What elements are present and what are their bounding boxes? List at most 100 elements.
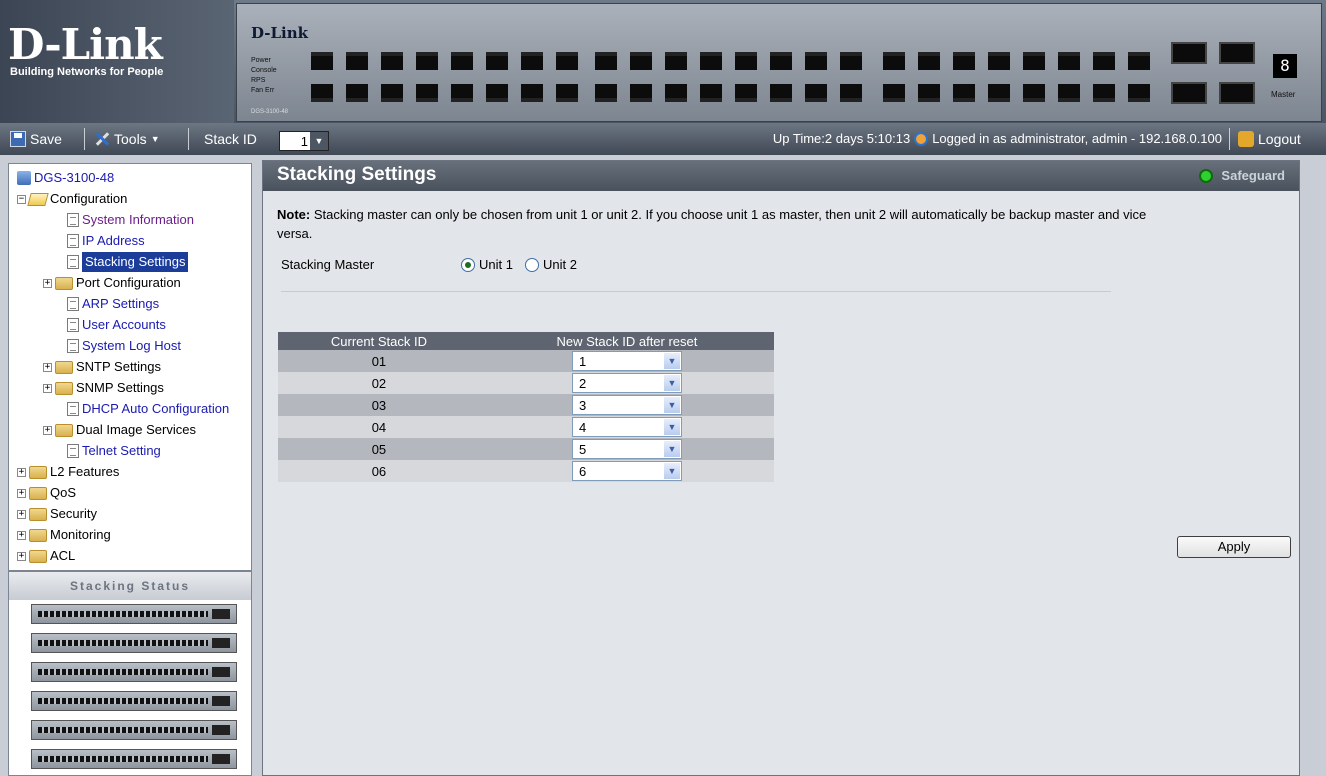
new-stack-id-select[interactable]: 4 ▼	[571, 417, 682, 437]
logout-button[interactable]: Logout	[1238, 129, 1301, 149]
tree-folder-snmp-settings[interactable]: + SNMP Settings	[43, 378, 164, 398]
chevron-down-icon: ▼	[663, 419, 680, 435]
folder-icon	[55, 423, 73, 437]
new-stack-id-select[interactable]: 1 ▼	[571, 351, 682, 371]
table-row: 05 5 ▼	[278, 438, 774, 460]
unit2-radio[interactable]: Unit 2	[524, 257, 577, 272]
stack-unit-3[interactable]	[31, 662, 237, 682]
new-stack-id-select[interactable]: 5 ▼	[571, 439, 682, 459]
toolbar: Save Tools ▼ Stack ID 1 ▼ Up Time:2 days…	[0, 123, 1326, 155]
tree-item-user-accounts[interactable]: User Accounts	[67, 315, 166, 335]
expand-icon[interactable]: +	[43, 362, 52, 372]
page-icon	[67, 213, 79, 227]
stack-id-select[interactable]: 1 ▼	[279, 131, 329, 151]
ethernet-port-icon	[556, 84, 578, 102]
tree-folder-configuration[interactable]: − Configuration	[17, 189, 127, 209]
ethernet-port-icon	[883, 52, 905, 70]
ethernet-port-icon	[735, 84, 757, 102]
ethernet-port-icon	[346, 84, 368, 102]
tree-item-system-information[interactable]: System Information	[67, 210, 194, 230]
folder-icon	[29, 549, 47, 563]
apply-button[interactable]: Apply	[1177, 536, 1291, 558]
tree-item-stacking-settings[interactable]: Stacking Settings	[67, 252, 189, 272]
expand-icon[interactable]: +	[43, 425, 52, 435]
combo-ports	[1171, 36, 1259, 106]
stack-unit-4[interactable]	[31, 691, 237, 711]
tree-item-dhcp-auto-configuration[interactable]: DHCP Auto Configuration	[67, 399, 229, 419]
expand-icon[interactable]: +	[17, 530, 26, 540]
collapse-icon[interactable]: −	[17, 194, 26, 204]
expand-icon[interactable]: +	[43, 278, 52, 288]
folder-icon	[29, 507, 47, 521]
select-value: 1	[578, 354, 587, 369]
ethernet-port-icon	[1058, 52, 1080, 70]
logout-icon	[1238, 131, 1254, 147]
sfp-port-icon	[1219, 42, 1255, 64]
tree-item-label: Stacking Settings	[82, 252, 189, 272]
tree-item-label: System Information	[82, 212, 194, 227]
tree-item-system-log-host[interactable]: System Log Host	[67, 336, 181, 356]
tree-item-ip-address[interactable]: IP Address	[67, 231, 145, 251]
ethernet-port-icon	[735, 52, 757, 70]
current-stack-id: 06	[278, 460, 480, 482]
ethernet-port-icon	[311, 84, 333, 102]
stack-unit-6[interactable]	[31, 749, 237, 769]
stack-id-table: Current Stack ID New Stack ID after rese…	[278, 332, 774, 482]
tree-folder-qos[interactable]: + QoS	[17, 483, 76, 503]
folder-label: SNTP Settings	[76, 359, 162, 374]
tree-folder-monitoring[interactable]: + Monitoring	[17, 525, 111, 545]
expand-icon[interactable]: +	[43, 383, 52, 393]
ethernet-port-icon	[665, 84, 687, 102]
tree-folder-port-configuration[interactable]: + Port Configuration	[43, 273, 181, 293]
select-value: 5	[578, 442, 587, 457]
ethernet-port-icon	[381, 52, 403, 70]
sfp-port-icon	[1219, 82, 1255, 104]
logout-label: Logout	[1258, 131, 1301, 147]
expand-icon[interactable]: +	[17, 467, 26, 477]
unit1-radio[interactable]: Unit 1	[461, 257, 513, 272]
select-value: 3	[578, 398, 587, 413]
page-icon	[67, 255, 79, 269]
tree-folder-dual-image-services[interactable]: + Dual Image Services	[43, 420, 196, 440]
ethernet-port-icon	[1128, 84, 1150, 102]
note-body: Stacking master can only be chosen from …	[277, 207, 1147, 241]
tree-folder-sntp-settings[interactable]: + SNTP Settings	[43, 357, 161, 377]
ethernet-port-icon	[805, 84, 827, 102]
tree-root-label: DGS-3100-48	[34, 170, 115, 185]
chevron-down-icon: ▼	[150, 134, 160, 144]
expand-icon[interactable]: +	[17, 551, 26, 561]
tree-item-arp-settings[interactable]: ARP Settings	[67, 294, 159, 314]
stack-unit-1[interactable]	[31, 604, 237, 624]
save-button[interactable]: Save	[10, 129, 62, 149]
tree-folder-acl[interactable]: + ACL	[17, 546, 75, 566]
new-stack-id-select[interactable]: 3 ▼	[571, 395, 682, 415]
note-bold: Note:	[277, 207, 311, 222]
ethernet-port-icon	[486, 84, 508, 102]
expand-icon[interactable]: +	[17, 509, 26, 519]
expand-icon[interactable]: +	[17, 488, 26, 498]
tree-root[interactable]: DGS-3100-48	[17, 168, 114, 188]
tree-item-telnet-setting[interactable]: Telnet Setting	[67, 441, 161, 461]
new-stack-id-select[interactable]: 2 ▼	[571, 373, 682, 393]
tree-item-label: User Accounts	[82, 317, 166, 332]
folder-label: Security	[50, 506, 97, 521]
login-info: Logged in as administrator, admin - 192.…	[932, 131, 1222, 146]
ethernet-port-icon	[665, 52, 687, 70]
tools-label: Tools	[114, 131, 147, 147]
new-stack-id-select[interactable]: 6 ▼	[571, 461, 682, 481]
stack-unit-5[interactable]	[31, 720, 237, 740]
device-model: DGS-3100-48	[251, 109, 289, 115]
radio-checked-icon[interactable]	[461, 257, 475, 272]
stack-unit-2[interactable]	[31, 633, 237, 653]
chevron-down-icon: ▼	[663, 463, 680, 479]
device-banner: D-Link Building Networks for People D-Li…	[0, 0, 1326, 123]
tree-folder-l2-features[interactable]: + L2 Features	[17, 462, 119, 482]
tree-folder-security[interactable]: + Security	[17, 504, 97, 524]
radio-unchecked-icon[interactable]	[524, 257, 539, 272]
folder-icon	[29, 528, 47, 542]
ethernet-port-icon	[700, 84, 722, 102]
table-row: 06 6 ▼	[278, 460, 774, 482]
tools-menu-button[interactable]: Tools ▼	[94, 129, 160, 149]
ethernet-port-icon	[521, 52, 543, 70]
safeguard-indicator: Safeguard	[1199, 168, 1285, 183]
